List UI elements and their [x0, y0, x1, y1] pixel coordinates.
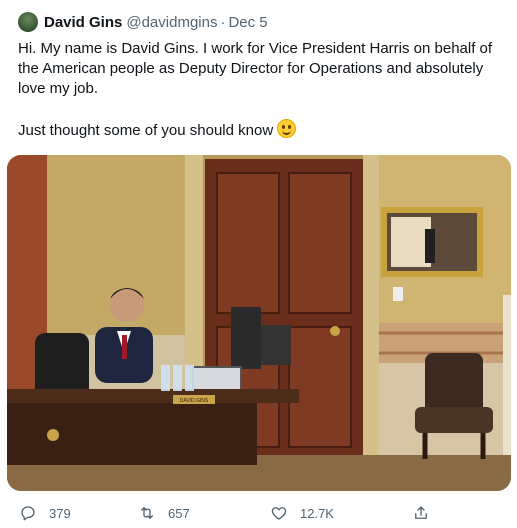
door-knob — [330, 326, 340, 336]
armchair-seat — [415, 407, 493, 433]
share-icon — [415, 506, 427, 519]
retweet-button[interactable]: 657 — [138, 498, 190, 528]
share-button[interactable] — [412, 498, 442, 528]
reply-button[interactable]: 379 — [19, 498, 71, 528]
water-bottle — [161, 365, 170, 391]
reply-count: 379 — [49, 505, 71, 521]
left-wall-panel — [47, 155, 187, 355]
tweet-text-paragraph-1: Hi. My name is David Gins. I work for Vi… — [18, 40, 493, 97]
grinning-face-emoji — [277, 119, 297, 138]
water-bottle — [173, 365, 182, 391]
tweet-text-paragraph-2-text: Just thought some of you should know — [18, 122, 274, 139]
heart-icon — [271, 507, 287, 520]
water-bottle — [185, 365, 194, 391]
tweet-text-paragraph-2: Just thought some of you should know — [18, 119, 503, 141]
author-avatar[interactable] — [18, 12, 38, 32]
desk-front — [7, 403, 257, 465]
door-panel-bottom-right — [288, 326, 352, 448]
monitor — [231, 307, 261, 369]
floor-lamp — [503, 295, 511, 455]
desk-top — [7, 389, 299, 403]
reply-icon — [21, 506, 35, 521]
laptop — [192, 366, 242, 392]
door-panel-top-right — [288, 172, 352, 314]
retweet-count: 657 — [168, 505, 190, 521]
office-photo-illustration: DAVID GINS — [7, 155, 511, 491]
tweet-actions: 379 657 12.7K — [0, 498, 517, 528]
like-count: 12.7K — [300, 505, 334, 521]
right-pilaster — [363, 155, 379, 465]
retweet-icon — [141, 507, 153, 519]
person-tie — [122, 335, 127, 359]
like-button[interactable]: 12.7K — [270, 498, 334, 528]
author-name[interactable]: David Gins — [44, 14, 122, 31]
picture-figure — [425, 229, 435, 263]
tweet-photo[interactable]: DAVID GINS — [7, 155, 511, 491]
nameplate-text: DAVID GINS — [180, 398, 209, 404]
tweet-header: David Gins @davidmgins · Dec 5 — [44, 12, 268, 34]
light-switch — [393, 287, 403, 301]
header-separator: · — [220, 14, 226, 31]
tweet-date[interactable]: Dec 5 — [228, 14, 267, 31]
desk-seal — [47, 429, 59, 441]
tweet-card[interactable]: David Gins @davidmgins · Dec 5 Hi. My name … — [0, 0, 517, 527]
tweet-text: Hi. My name is David Gins. I work for Vi… — [18, 39, 503, 141]
monitor-arm — [261, 325, 291, 365]
author-handle[interactable]: @davidmgins — [126, 14, 217, 31]
door-panel-top-left — [216, 172, 280, 314]
